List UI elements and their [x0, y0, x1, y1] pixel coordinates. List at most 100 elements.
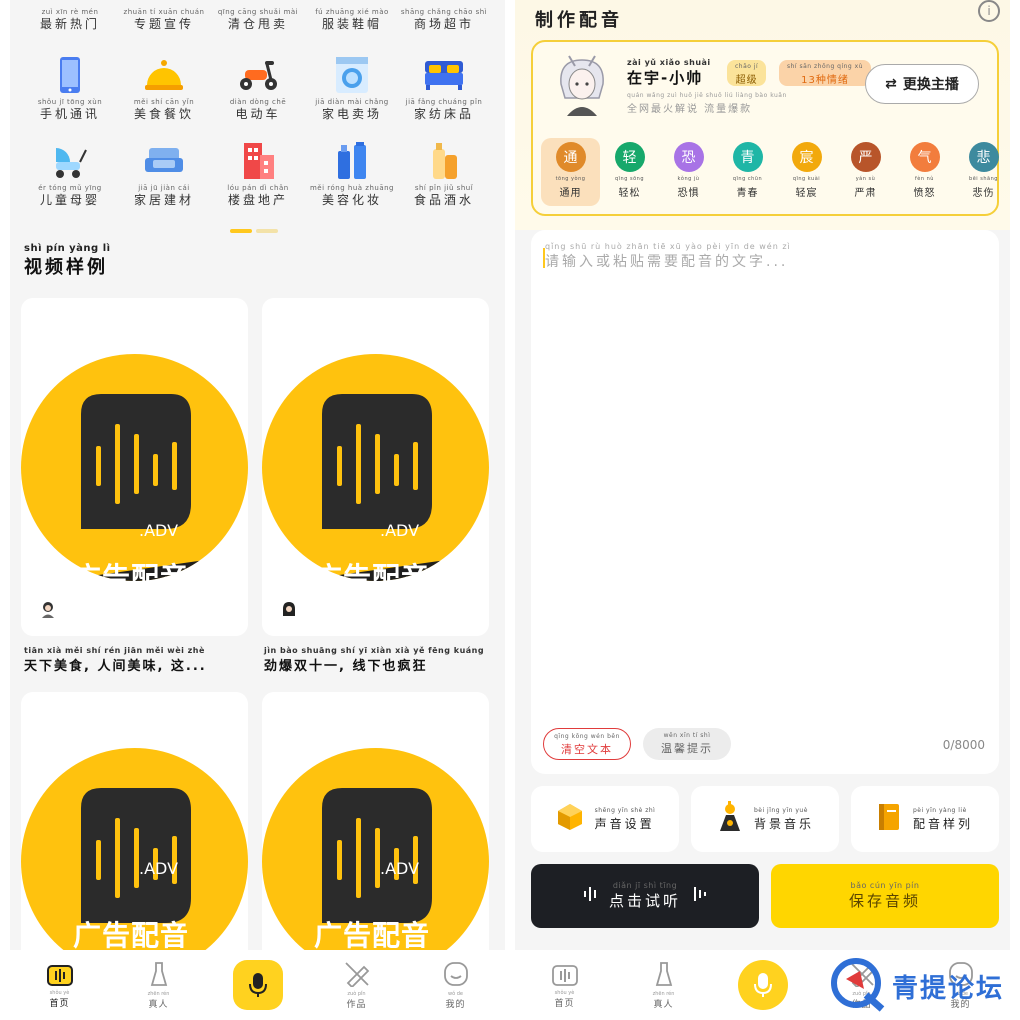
- page-title: 制作配音: [535, 10, 623, 31]
- style-youth[interactable]: 青 qīng chūn 青春: [718, 138, 777, 206]
- tab-real-person[interactable]: zhēn rén 真人: [109, 950, 208, 1020]
- style-fear[interactable]: 恐 kǒng jù 恐惧: [659, 138, 718, 206]
- tab-record[interactable]: [713, 950, 812, 1020]
- video-card[interactable]: .ADV 广告配音: [21, 298, 248, 636]
- pencil-ruler-icon: [344, 961, 370, 991]
- voice-settings-button[interactable]: shēng yīn shè zhì 声音设置: [531, 786, 679, 852]
- video-cover: [262, 354, 489, 581]
- smile-icon: [443, 961, 469, 991]
- info-icon[interactable]: i: [978, 0, 1000, 22]
- cover-brand: .ADV: [139, 859, 179, 878]
- food-cloche-icon: [141, 52, 187, 98]
- soundwave-icon: [691, 885, 709, 907]
- swap-icon: ⇄: [885, 76, 897, 92]
- video-caption: jìn bào shuāng shí yī xiàn xià yě fēng k…: [264, 646, 485, 674]
- building-icon: [235, 138, 281, 184]
- tab-mine[interactable]: wǒ de 我的: [406, 950, 505, 1020]
- tab-home[interactable]: shǒu yè 首页: [10, 950, 109, 1020]
- bottom-tab-bar: shǒu yè 首页 zhēn rén 真人 zuò pǐn 作品 wǒ de …: [10, 950, 505, 1020]
- microphone-icon: [737, 960, 788, 1010]
- stroller-icon: [47, 138, 93, 184]
- bed-icon: [421, 52, 467, 98]
- category-bedding[interactable]: jiā fǎng chuáng pǐn 家纺床品: [398, 52, 490, 121]
- phone-icon: [47, 52, 93, 98]
- tab-real-person[interactable]: zhēn rén 真人: [614, 950, 713, 1020]
- category-scooter[interactable]: diàn dòng chē 电动车: [212, 52, 304, 121]
- cover-brand: .ADV: [380, 521, 420, 540]
- home-icon: [551, 962, 578, 990]
- category-clothing[interactable]: fú zhuāng xié mào 服装鞋帽: [306, 8, 398, 31]
- person-icon: [653, 961, 675, 991]
- category-mall[interactable]: shāng chǎng chāo shì 商场超市: [398, 8, 490, 31]
- video-card[interactable]: .ADV 广告配音: [262, 298, 489, 636]
- scooter-icon: [235, 52, 281, 98]
- home-screen: zuì xīn rè mén 最新热门 zhuān tí xuān chuán …: [10, 0, 505, 1020]
- category-phone[interactable]: shǒu jī tōng xùn 手机通讯: [24, 52, 116, 121]
- cosmetics-icon: [329, 138, 375, 184]
- category-baby[interactable]: ér tóng mǔ yīng 儿童母婴: [24, 138, 116, 207]
- microphone-icon: [232, 960, 283, 1010]
- soundwave-icon: [581, 885, 599, 907]
- char-counter: 0/8000: [942, 738, 985, 752]
- forum-logo-icon: [830, 955, 888, 1017]
- category-food[interactable]: měi shí cān yǐn 美食餐饮: [118, 52, 210, 121]
- category-realestate[interactable]: lóu pán dì chǎn 楼盘地产: [212, 138, 304, 207]
- super-badge: chāo jí 超级: [727, 60, 767, 86]
- music-note-icon: [716, 801, 744, 837]
- switch-anchor-button[interactable]: ⇄ 更换主播: [865, 64, 979, 104]
- book-icon: [877, 802, 903, 836]
- anchor-name: zài yǔ xiǎo shuài 在宇-小帅: [627, 58, 711, 87]
- category-drinks[interactable]: shí pǐn jiǔ shuǐ 食品酒水: [398, 138, 490, 207]
- video-card[interactable]: .ADV 广告配音: [21, 692, 248, 992]
- cover-text: 广告配音: [73, 919, 190, 952]
- sofa-icon: [141, 138, 187, 184]
- style-general[interactable]: 通 tōng yòng 通用: [541, 138, 600, 206]
- cube-icon: [555, 802, 585, 836]
- input-placeholder: qǐng shū rù huò zhān tiē xū yào pèi yīn …: [545, 242, 791, 270]
- style-serious[interactable]: 严 yán sù 严肃: [836, 138, 895, 206]
- preview-listen-button[interactable]: diǎn jī shì tīng 点击试听: [531, 864, 759, 928]
- anchor-avatar: [553, 54, 611, 116]
- style-angry[interactable]: 气 fèn nù 愤怒: [895, 138, 954, 206]
- cover-text: 广告配音: [314, 919, 431, 952]
- video-caption: tiān xià měi shí rén jiān měi wèi zhè 天下…: [24, 646, 207, 674]
- category-beauty[interactable]: měi róng huà zhuāng 美容化妆: [306, 138, 398, 207]
- emotion-badge: shí sān zhǒng qíng xù 13种情绪: [779, 60, 872, 86]
- style-sad[interactable]: 悲 bēi shāng 悲伤: [954, 138, 1010, 206]
- category-clearance[interactable]: qīng cāng shuǎi mài 清仓甩卖: [212, 8, 304, 31]
- video-cover: [21, 354, 248, 581]
- emotion-style-list: 通 tōng yòng 通用 轻 qīng sōng 轻松 恐 kǒng jù …: [541, 138, 1010, 206]
- save-audio-button[interactable]: bǎo cún yīn pín 保存音频: [771, 864, 999, 928]
- video-card[interactable]: .ADV 广告配音: [262, 692, 489, 992]
- script-text-input[interactable]: qǐng shū rù huò zhān tiē xū yào pèi yīn …: [531, 230, 999, 774]
- clear-text-button[interactable]: qīng kōng wén běn 清空文本: [543, 728, 631, 760]
- tab-works[interactable]: zuò pǐn 作品: [307, 950, 406, 1020]
- category-promo[interactable]: zhuān tí xuān chuán 专题宣传: [118, 8, 210, 31]
- tab-home[interactable]: shǒu yè 首页: [515, 950, 614, 1020]
- avatar: [278, 598, 300, 620]
- page-indicator: [230, 229, 278, 233]
- forum-watermark: 青提论坛: [830, 955, 1004, 1017]
- create-dubbing-screen: 制作配音 i zài yǔ xiǎo shuài 在宇-小帅 chāo jí 超…: [515, 0, 1010, 1020]
- style-light[interactable]: 宸 qīng kuài 轻宸: [777, 138, 836, 206]
- avatar: [37, 598, 59, 620]
- screenshot-root: zuì xīn rè mén 最新热门 zhuān tí xuān chuán …: [0, 0, 1020, 1020]
- tips-button[interactable]: wēn xīn tí shì 温馨提示: [643, 728, 731, 760]
- person-icon: [148, 961, 170, 991]
- bottle-icon: [421, 138, 467, 184]
- category-appliance[interactable]: jiā diàn mài chǎng 家电卖场: [306, 52, 398, 121]
- tab-record[interactable]: [208, 950, 307, 1020]
- category-hot[interactable]: zuì xīn rè mén 最新热门: [24, 8, 116, 31]
- cover-text: 广告配音: [73, 561, 190, 594]
- style-relaxed[interactable]: 轻 qīng sōng 轻松: [600, 138, 659, 206]
- category-home[interactable]: jiā jū jiàn cái 家居建材: [118, 138, 210, 207]
- background-music-button[interactable]: bèi jǐng yīn yuè 背景音乐: [691, 786, 839, 852]
- dubbing-samples-button[interactable]: pèi yīn yàng liè 配音样列: [851, 786, 999, 852]
- washing-machine-icon: [329, 52, 375, 98]
- cover-brand: .ADV: [380, 859, 420, 878]
- anchor-description: quán wǎng zuì huǒ jiě shuō liú liàng bào…: [627, 92, 787, 115]
- home-icon: [46, 962, 73, 990]
- cover-brand: .ADV: [139, 521, 179, 540]
- anchor-card: zài yǔ xiǎo shuài 在宇-小帅 chāo jí 超级 shí s…: [531, 40, 999, 216]
- section-title: shì pín yàng lì 视频样例: [24, 243, 111, 279]
